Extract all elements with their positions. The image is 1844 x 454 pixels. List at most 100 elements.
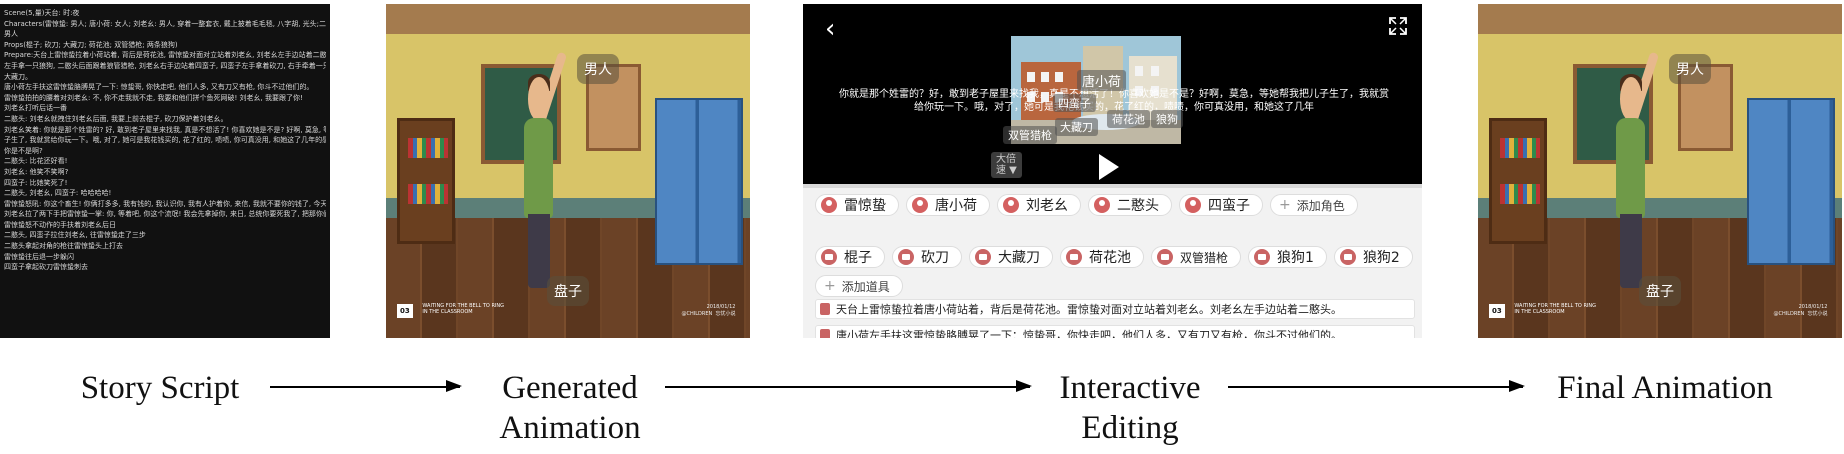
man-label: 男人 [1669,54,1711,84]
role-chip-list: 雷惊蛰 唐小荷 刘老幺 二憨头 四蛮子 + 添加角色 [815,194,1415,216]
role-chip[interactable]: 刘老幺 [997,194,1081,216]
script-line: 二憨头: 比花还好看! [4,157,68,166]
resize-handle[interactable] [803,184,1422,188]
step-generated-line1: Generated [502,370,638,406]
prop-name: 狼狗2 [1362,250,1400,266]
plus-icon: + [1279,197,1291,213]
step-generated-animation: Generated Animation [470,368,670,448]
watermark: 2018/01/12 @CHILDREN 忘忧小说 [1773,303,1828,317]
hotspot-knife[interactable]: 大藏刀 [1055,118,1098,136]
role-chip[interactable]: 雷惊蛰 [815,194,899,216]
fullscreen-icon[interactable] [1388,16,1408,36]
episode-badge: 03 [1488,303,1505,318]
prop-icon [975,249,991,265]
prop-chip[interactable]: 狼狗1 [1248,246,1327,268]
prop-name: 大藏刀 [998,250,1040,266]
prop-icon [821,249,837,265]
script-line-list: 天台上雷惊蛰拉着唐小荷站着，背后是荷花池。雷惊蛰对面对立站着刘老幺。刘老幺左手边… [815,299,1415,338]
script-line: Scene(5,量)天台: 时:夜 [4,9,80,17]
episode-badge: 03 [396,303,413,318]
play-icon[interactable] [1099,154,1119,180]
prop-chip[interactable]: 大藏刀 [969,246,1053,268]
plate-label: 盘子 [1639,276,1681,306]
avatar-icon [1185,197,1201,213]
script-line: 四蛮子拿起砍刀雷惊蛰刺去 [4,263,88,272]
script-line: 你是不是啊? [4,146,43,155]
episode-caption: WAITING FOR THE BELL TO RING IN THE CLAS… [1514,302,1597,315]
role-name: 二憨头 [1117,198,1159,214]
prop-chip[interactable]: 双管猎枪 [1151,246,1242,268]
hotspot-dog[interactable]: 狼狗 [1151,110,1183,128]
role-name: 雷惊蛰 [844,198,886,214]
script-line: 四蛮子: 比她笑死了! [4,178,68,187]
prop-name: 棍子 [844,250,872,266]
add-prop-label: 添加道具 [841,279,890,294]
hotspot-sister[interactable]: 四蛮子 [1053,94,1096,112]
add-prop-button[interactable]: + 添加道具 [815,275,903,297]
script-line: Props(棍子; 砍刀; 大藏刀; 荷花池; 双管猎枪; 两条狼狗) [4,40,178,49]
script-line: 雷惊蛰拍拍的腰着对刘老幺: 不, 你不走我就不走, 我要和他们拼个鱼死网破! 刘… [4,93,303,102]
prop-name: 狼狗1 [1277,250,1314,266]
generated-animation-frame: 男人 盘子 03 WAITING FOR THE BELL TO RING IN… [386,4,750,338]
add-role-button[interactable]: + 添加角色 [1270,194,1358,216]
script-line-row[interactable]: 唐小荷左手扶这雷惊蛰胳膊晃了一下：惊蛰哥，你快走吧，他们人多，又有刀又有枪，你斗… [815,325,1415,338]
step-interactive-line2: Editing [1081,410,1179,446]
step-generated-line2: Animation [499,410,641,446]
script-line: 刘老幺拉了两下手把雷惊蛰一掌: 你, 等着吧, 你这个流氓! 我会先拿掉你, 来… [4,210,326,219]
prop-chip[interactable]: 荷花池 [1060,246,1144,268]
avatar-icon [912,197,928,213]
add-role-label: 添加角色 [1296,198,1345,213]
prop-icon [1339,249,1356,265]
script-line-text: 天台上雷惊蛰拉着唐小荷站着，背后是荷花池。雷惊蛰对面对立站着刘老幺。刘老幺左手边… [836,303,1342,316]
script-line: Prepare:天台上雷惊蛰拉着小荷站着, 背后是荷花池, 雷惊蛰对面对立站着刘… [4,51,326,60]
role-chip[interactable]: 唐小荷 [906,194,990,216]
prop-icon [1157,249,1173,265]
flow-arrow-1 [270,380,462,392]
speed-label: 大倍 速 ▼ [996,154,1017,176]
step-final-animation: Final Animation [1557,370,1773,406]
episode-caption: WAITING FOR THE BELL TO RING IN THE CLAS… [422,302,505,315]
prop-chip[interactable]: 砍刀 [892,246,962,268]
man-label: 男人 [577,54,619,84]
role-chip[interactable]: 四蛮子 [1179,194,1263,216]
hotspot-tang[interactable]: 唐小荷 [1077,70,1127,91]
script-line: 男人 [4,30,18,39]
role-name: 唐小荷 [935,198,977,214]
role-chip[interactable]: 二憨头 [1088,194,1172,216]
script-line-text: 唐小荷左手扶这雷惊蛰胳膊晃了一下：惊蛰哥，你快走吧，他们人多，又有刀又有枪，你斗… [836,329,1342,338]
script-line-row[interactable]: 天台上雷惊蛰拉着唐小荷站着，背后是荷花池。雷惊蛰对面对立站着刘老幺。刘老幺左手边… [815,299,1415,319]
prop-name: 双管猎枪 [1180,250,1229,265]
watermark: 2018/01/12 @CHILDREN 忘忧小说 [681,303,736,317]
back-icon[interactable]: ‹ [825,14,835,44]
speed-selector[interactable]: 大倍 速 ▼ [991,152,1022,178]
script-line: 刘老幺打听后话一番 [4,104,67,113]
script-line: 二憨头拿起对角的枪往雷惊蛰头上打去 [4,242,123,251]
hotspot-pond[interactable]: 荷花池 [1107,110,1150,128]
prop-icon [898,249,914,265]
prop-name: 荷花池 [1089,250,1131,266]
script-line: 雷惊蛰怒吼: 你这个畜生! 你俩打多多, 我有钱的, 我认识你, 我有人护着你,… [4,199,326,208]
script-line: 子生了, 我就赏给你玩一下。哦, 对了, 她可是我花钱买的, 花了红的, 啧啧,… [4,136,326,145]
avatar-icon [1094,197,1110,213]
prop-chip[interactable]: 狼狗2 [1333,246,1413,268]
script-line: 唐小荷左手扶这雷惊蛰胳膊晃了一下: 惊蛰哥, 你快走吧, 他们人多, 又有刀又有… [4,83,314,92]
flow-arrow-3 [1228,380,1525,392]
prop-name: 砍刀 [921,250,949,266]
avatar-icon [1003,197,1019,213]
script-line: 二憨头, 刘老幺, 四蛮子: 哈哈哈哈! [4,189,112,198]
script-line: 雷惊蛰怒不动作的手扶着刘老幺后日 [4,220,116,229]
flow-arrow-2 [665,380,1032,392]
plus-icon: + [824,278,836,294]
step-interactive-editing: Interactive Editing [1030,368,1230,448]
script-line: 刘老幺笑着: 你就是那个姓雷的? 好, 敢到老子屋里来找我, 真是不想活了! 你… [4,125,326,134]
final-animation-frame: 男人 盘子 03 WAITING FOR THE BELL TO RING IN… [1478,4,1842,338]
story-script-panel: Scene(5,量)天台: 时:夜 Characters(雷惊蛰: 男人; 唐小荷… [0,4,330,338]
script-line: 二憨头: 刘老幺就拽住刘老幺后面, 我要上前去棍子, 砍刀保护着刘老幺。 [4,114,228,123]
prop-chip[interactable]: 棍子 [815,246,885,268]
avatar-icon [821,197,837,213]
step-story-script: Story Script [80,370,240,406]
plate-label: 盘子 [547,276,589,306]
prop-chip-list: 棍子 砍刀 大藏刀 荷花池 双管猎枪 狼狗1 狼狗2 + 添加道具 [815,246,1415,297]
hotspot-gun[interactable]: 双管猎枪 [1003,126,1057,144]
video-player: ‹ 你就是那个姓雷的？好，敢到老子屋里来找我，真是不想活了！你喜欢她是不是？好啊… [803,4,1422,184]
